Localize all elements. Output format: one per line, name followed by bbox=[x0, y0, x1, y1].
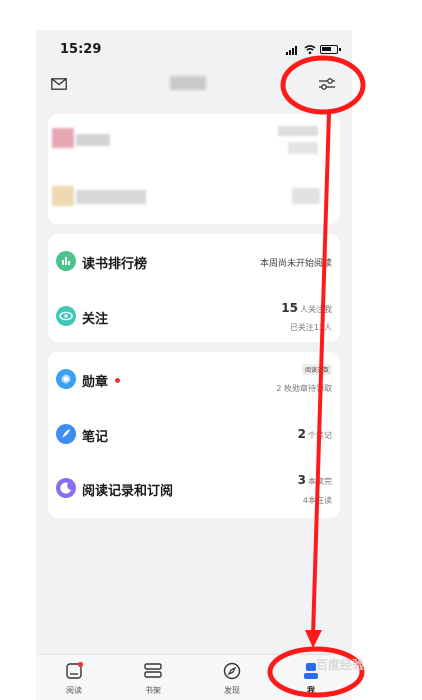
menu-item-notes[interactable]: 笔记 2 个笔记 bbox=[48, 410, 340, 460]
feather-icon bbox=[56, 424, 76, 444]
mail-icon[interactable] bbox=[51, 78, 67, 90]
top-header bbox=[36, 70, 352, 102]
tab-discover[interactable]: 发现 bbox=[207, 655, 257, 700]
menu-item-reading-history[interactable]: 阅读记录和订阅 3 本读完 4本在读 bbox=[48, 464, 340, 514]
username-blurred bbox=[170, 76, 206, 90]
notes-count: 2 个笔记 bbox=[297, 427, 332, 441]
signal-icon bbox=[286, 46, 297, 55]
wifi-icon bbox=[304, 45, 316, 55]
following-count: 已关注13人 bbox=[289, 323, 332, 332]
battery-icon bbox=[320, 45, 341, 54]
bottom-tab-bar: 阅读 书架 发现 我 bbox=[36, 654, 352, 700]
reading-tablet-icon bbox=[66, 661, 84, 679]
status-time: 15:29 bbox=[60, 42, 102, 57]
finished-books-count: 3 本读完 bbox=[297, 473, 332, 487]
tab-label-profile: 我 bbox=[307, 686, 315, 695]
ranking-status-text: 本周尚未开始阅读 bbox=[259, 259, 332, 269]
watermark-text: 百度经验 bbox=[316, 658, 365, 672]
moon-icon bbox=[56, 478, 76, 498]
phone-screen: 15:29 读书排行榜 本周尚未开始阅读 关注 15 人关注我 已关注13人 勋… bbox=[36, 30, 352, 700]
tab-label-bookshelf: 书架 bbox=[145, 686, 161, 695]
status-bar: 15:29 bbox=[36, 30, 352, 70]
reading-books-count: 4本在读 bbox=[302, 496, 332, 505]
menu-item-follow[interactable]: 关注 15 人关注我 已关注13人 bbox=[48, 290, 340, 340]
menu-item-reading-ranking[interactable]: 读书排行榜 本周尚未开始阅读 bbox=[48, 236, 340, 286]
settings-sliders-icon[interactable] bbox=[318, 75, 336, 93]
bookshelf-icon bbox=[144, 663, 162, 678]
red-notification-dot bbox=[115, 378, 120, 383]
tab-label-reading: 阅读 bbox=[66, 686, 82, 695]
ranking-icon bbox=[56, 251, 76, 271]
medal-badge: 阅读天数 bbox=[301, 364, 332, 375]
medal-icon bbox=[56, 369, 76, 389]
menu-label-follow: 关注 bbox=[82, 312, 109, 327]
medal-status: 2 枚勋章待领取 bbox=[276, 384, 332, 393]
tab-reading[interactable]: 阅读 bbox=[49, 655, 99, 700]
profile-stats-card-blurred[interactable] bbox=[48, 114, 340, 224]
follower-count: 15 人关注我 bbox=[281, 301, 332, 315]
compass-icon bbox=[223, 662, 241, 680]
menu-label-ranking: 读书排行榜 bbox=[82, 257, 148, 272]
menu-card-2: 勋章 阅读天数 2 枚勋章待领取 笔记 2 个笔记 阅读记录和订阅 3 本读完 4本… bbox=[48, 352, 340, 518]
tab-bookshelf[interactable]: 书架 bbox=[128, 655, 178, 700]
eye-icon bbox=[56, 306, 76, 326]
tab-label-discover: 发现 bbox=[224, 686, 240, 695]
menu-item-medal[interactable]: 勋章 阅读天数 2 枚勋章待领取 bbox=[48, 354, 340, 404]
menu-label-medal: 勋章 bbox=[82, 375, 109, 390]
menu-card-1: 读书排行榜 本周尚未开始阅读 关注 15 人关注我 已关注13人 bbox=[48, 234, 340, 342]
menu-label-notes: 笔记 bbox=[82, 430, 109, 445]
menu-label-reading-history: 阅读记录和订阅 bbox=[82, 484, 174, 499]
